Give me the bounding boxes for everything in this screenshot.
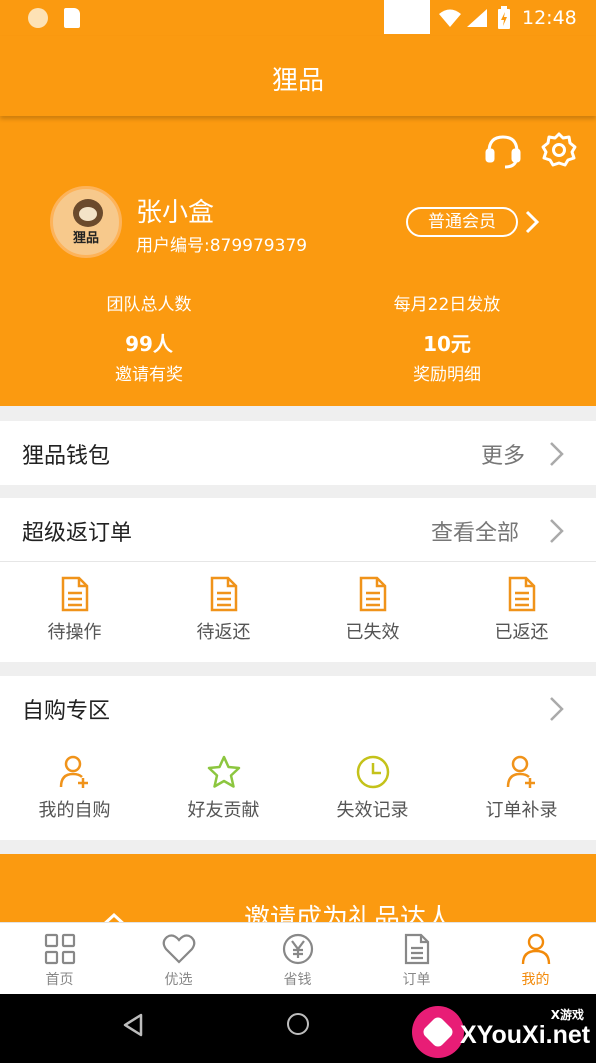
back-icon[interactable]	[122, 1013, 144, 1037]
order-status-awaiting-return[interactable]: 待返还	[149, 576, 298, 644]
heart-icon	[162, 934, 195, 964]
avatar-logo-text: 狸品	[72, 231, 99, 246]
watermark: XYouXi.net X游戏	[412, 1004, 591, 1060]
member-level-badge[interactable]: 普通会员	[406, 207, 518, 237]
chevron-right-icon[interactable]	[548, 696, 564, 722]
notification-dot-icon	[28, 8, 48, 28]
order-status-returned[interactable]: 已返还	[447, 576, 596, 644]
stat-team-size[interactable]: 团队总人数 99人 邀请有奖	[49, 290, 249, 385]
self-buy-label: 我的自购	[38, 800, 111, 821]
wifi-icon	[439, 9, 461, 27]
tab-orders[interactable]: 订单	[357, 923, 476, 995]
order-status-label: 待操作	[47, 622, 102, 643]
self-buy-label: 好友贡献	[187, 800, 260, 821]
user-add-icon	[59, 755, 88, 788]
status-time: 12:48	[522, 7, 577, 29]
tab-label: 订单	[402, 972, 431, 988]
customer-service-icon[interactable]	[484, 132, 522, 170]
self-buy-title: 自购专区	[22, 699, 111, 724]
yen-icon	[282, 933, 313, 965]
tab-featured[interactable]: 优选	[119, 923, 238, 995]
document-icon	[359, 576, 386, 612]
self-buy-section: 自购专区 我的自购 好友贡献 失效记录 订单补录	[0, 676, 596, 840]
order-status-pending[interactable]: 待操作	[0, 576, 149, 644]
self-buy-my-purchases[interactable]: 我的自购	[0, 754, 149, 822]
wallet-title: 狸品钱包	[22, 444, 111, 469]
chevron-right-icon[interactable]	[548, 441, 564, 467]
tab-save-money[interactable]: 省钱	[238, 923, 357, 995]
wallet-section[interactable]: 狸品钱包 更多	[0, 421, 596, 485]
app-header: 狸品	[0, 36, 596, 116]
stat-label: 团队总人数	[106, 295, 192, 315]
gear-icon[interactable]	[540, 131, 578, 169]
grid-icon	[44, 933, 75, 965]
sd-card-icon	[64, 8, 80, 28]
watermark-tag: X游戏	[550, 1008, 584, 1022]
chevron-right-icon[interactable]	[524, 210, 540, 234]
signal-icon	[467, 9, 487, 27]
home-circle-icon[interactable]	[287, 1013, 309, 1035]
battery-icon	[498, 6, 510, 29]
stat-label: 每月22日发放	[393, 295, 501, 315]
orders-title: 超级返订单	[22, 521, 133, 546]
status-bar: 12:48	[0, 0, 596, 36]
stat-link[interactable]: 奖励明细	[347, 360, 547, 385]
chevron-right-icon[interactable]	[548, 518, 564, 544]
page-title: 狸品	[271, 66, 324, 96]
order-status-label: 已返还	[494, 622, 549, 643]
bottom-tab-bar: 首页 优选 省钱 订单 我的	[0, 922, 596, 994]
avatar[interactable]: 狸品	[50, 186, 122, 258]
document-icon	[61, 576, 88, 612]
self-buy-label: 失效记录	[336, 800, 409, 821]
self-buy-order-supplement[interactable]: 订单补录	[447, 754, 596, 822]
user-add-icon	[506, 755, 535, 788]
stat-value: 10元	[423, 332, 471, 356]
avatar-mascot-icon	[73, 199, 103, 227]
tab-label: 首页	[45, 972, 74, 988]
tab-home[interactable]: 首页	[0, 923, 119, 995]
watermark-logo-icon	[412, 1006, 464, 1058]
status-bar-blank	[384, 0, 430, 34]
wallet-more-link[interactable]: 更多	[481, 438, 525, 470]
tab-me[interactable]: 我的	[476, 923, 595, 995]
user-name: 张小盒	[136, 198, 215, 228]
star-icon	[207, 755, 240, 788]
self-buy-expired-records[interactable]: 失效记录	[298, 754, 447, 822]
order-status-label: 已失效	[345, 622, 400, 643]
divider	[0, 561, 596, 562]
tab-label: 我的	[521, 972, 550, 988]
document-icon	[508, 576, 535, 612]
user-id: 用户编号:879979379	[136, 236, 308, 256]
document-icon	[404, 933, 429, 965]
tab-label: 省钱	[283, 972, 312, 988]
self-buy-label: 订单补录	[485, 800, 558, 821]
stat-value: 99人	[125, 332, 173, 356]
self-buy-friend-contribution[interactable]: 好友贡献	[149, 754, 298, 822]
person-icon	[521, 933, 550, 965]
orders-section: 超级返订单 查看全部 待操作 待返还 已失效 已返还	[0, 498, 596, 662]
orders-view-all-link[interactable]: 查看全部	[431, 515, 519, 547]
document-icon	[210, 576, 237, 612]
clock-icon	[356, 755, 389, 789]
order-status-expired[interactable]: 已失效	[298, 576, 447, 644]
tab-label: 优选	[164, 972, 193, 988]
watermark-site: XYouXi.net	[460, 1021, 591, 1049]
order-status-label: 待返还	[196, 622, 251, 643]
stat-link[interactable]: 邀请有奖	[49, 360, 249, 385]
stat-monthly-reward[interactable]: 每月22日发放 10元 奖励明细	[347, 290, 547, 385]
